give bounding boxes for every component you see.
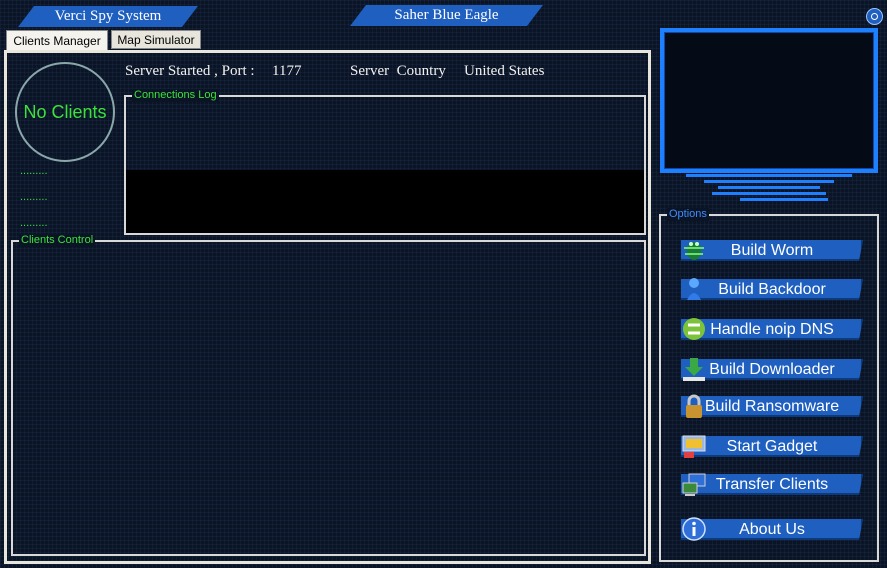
button-label: Build Ransomware — [704, 397, 840, 415]
button-label: Build Backdoor — [718, 280, 826, 298]
download-icon[interactable] — [680, 355, 708, 383]
monitor-stand — [686, 174, 852, 177]
server-port: 1177 — [272, 63, 302, 79]
worm-icon[interactable] — [680, 236, 708, 264]
monitor-stand — [740, 198, 828, 201]
connections-log-group: Connections Log — [124, 89, 646, 235]
power-icon[interactable] — [866, 8, 883, 25]
center-title: Saher Blue Eagle — [394, 7, 499, 23]
button-label: Start Gadget — [726, 437, 818, 455]
start-gadget-button[interactable]: Start Gadget — [681, 436, 863, 457]
no-clients-text: No Clients — [23, 101, 107, 122]
clients-control-label: Clients Control — [19, 234, 96, 247]
placeholder-dots: ......... — [20, 191, 48, 203]
center-title-banner: Saher Blue Eagle — [350, 5, 543, 26]
tab-label: Clients Manager — [13, 33, 101, 48]
client-count-circle: No Clients — [15, 62, 115, 162]
handle-noip-dns-button[interactable]: Handle noip DNS — [681, 319, 863, 340]
tab-map-simulator[interactable]: Map Simulator — [111, 30, 201, 49]
backdoor-icon[interactable] — [680, 275, 708, 303]
app-title-banner: Verci Spy System — [18, 6, 198, 27]
about-us-button[interactable]: About Us — [681, 519, 863, 540]
build-ransomware-button[interactable]: Build Ransomware — [681, 396, 863, 417]
gadget-icon[interactable] — [680, 432, 708, 460]
clients-control-group[interactable]: Clients Control — [11, 234, 646, 556]
monitor-stand — [718, 186, 820, 189]
monitor-screen — [660, 28, 878, 173]
options-label: Options — [667, 208, 709, 221]
button-label: Build Downloader — [709, 360, 835, 378]
monitor-stand — [704, 180, 834, 183]
dns-icon[interactable] — [680, 315, 708, 343]
connections-log-list[interactable] — [126, 170, 644, 233]
server-country-label: Server Country — [350, 63, 446, 79]
server-started-label: Server Started , Port : — [125, 63, 255, 79]
transfer-icon[interactable] — [680, 470, 708, 498]
padlock-icon[interactable] — [680, 392, 708, 420]
transfer-clients-button[interactable]: Transfer Clients — [681, 474, 863, 495]
button-label: Transfer Clients — [715, 475, 829, 493]
button-label: About Us — [739, 520, 805, 538]
button-label: Handle noip DNS — [710, 320, 834, 338]
tab-label: Map Simulator — [117, 32, 195, 47]
build-worm-button[interactable]: Build Worm — [681, 240, 863, 261]
tab-clients-manager[interactable]: Clients Manager — [6, 30, 108, 51]
options-group: Options Build Worm Build Backdoor Handle… — [659, 208, 879, 562]
placeholder-dots: ......... — [20, 165, 48, 177]
connections-log-label: Connections Log — [132, 89, 219, 102]
info-icon[interactable] — [680, 515, 708, 543]
server-country: United States — [464, 63, 545, 79]
placeholder-dots: ......... — [20, 217, 48, 229]
build-backdoor-button[interactable]: Build Backdoor — [681, 279, 863, 300]
button-label: Build Worm — [730, 241, 814, 259]
build-downloader-button[interactable]: Build Downloader — [681, 359, 863, 380]
monitor-stand — [712, 192, 826, 195]
app-title: Verci Spy System — [54, 8, 162, 24]
